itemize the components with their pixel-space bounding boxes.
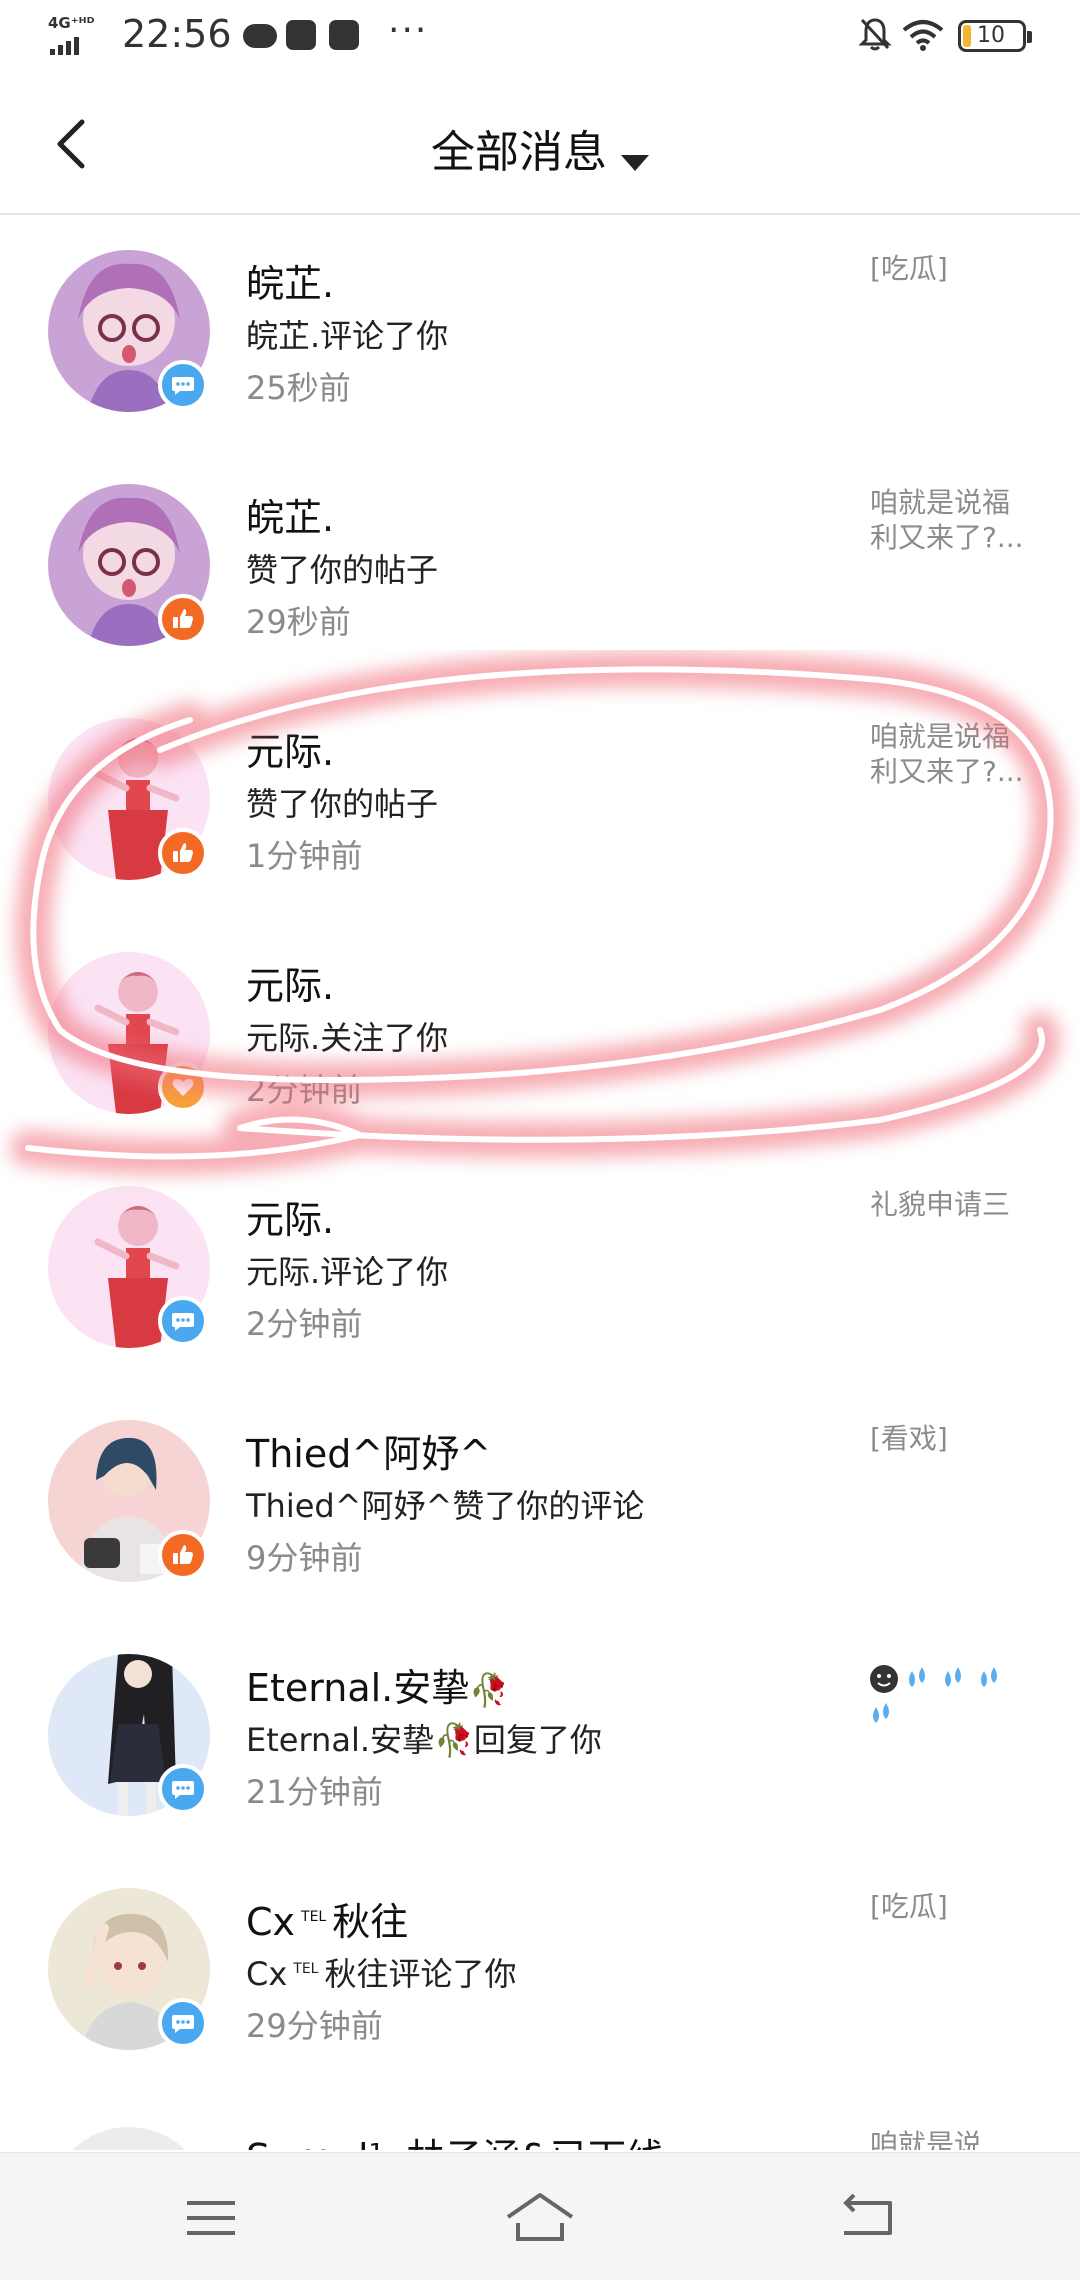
sender-name: 元际. (246, 730, 335, 774)
message-time: 2分钟前 (246, 1071, 363, 1109)
title-dropdown[interactable]: 全部消息 (0, 116, 1080, 180)
message-action: 赞了你的帖子 (246, 785, 439, 823)
message-action: Cx TEL 秋往评论了你 (246, 1949, 517, 1995)
message-item[interactable]: 元际. 元际.评论了你 2分钟前 礼貌申请三 (0, 1151, 1080, 1385)
thumbs-up-icon (158, 594, 208, 644)
caret-down-icon (621, 154, 649, 171)
video-play-icon (329, 20, 359, 50)
comment-bubble-icon (158, 1998, 208, 2048)
wifi-icon (902, 20, 944, 51)
message-action: Eternal.安挚🥀回复了你 (246, 1715, 602, 1761)
rose-icon: 🥀 (434, 1721, 474, 1759)
home-icon[interactable] (500, 2183, 580, 2253)
message-item[interactable]: Surpul¹y林子涵&已下线 咱就是说 (0, 2087, 1080, 2150)
battery-icon: 10 (958, 20, 1032, 52)
tel-superscript: TEL (301, 1909, 327, 1926)
sender-name: 皖芷. (246, 496, 335, 540)
action-suffix: 秋往评论了你 (324, 1955, 517, 1993)
page-title: 全部消息 (431, 127, 607, 178)
name-suffix: 秋往 (332, 1900, 409, 1944)
message-time: 29秒前 (246, 603, 351, 641)
message-action: 元际.评论了你 (246, 1253, 449, 1291)
sender-name: 皖芷. (246, 262, 335, 306)
message-list: 皖芷. 皖芷.评论了你 25秒前 [吃瓜] 皖芷. 赞了你的帖子 29秒前 咱就… (0, 215, 1080, 2150)
comment-bubble-icon (158, 1296, 208, 1346)
name-prefix: Cx (246, 1900, 296, 1944)
message-action: Thied^阿妤^赞了你的评论 (246, 1487, 645, 1525)
action-prefix: Eternal.安挚 (246, 1721, 435, 1759)
cellular-signal-icon: 4G⁺ᴴᴰ (48, 14, 110, 55)
message-item[interactable]: 元际. 赞了你的帖子 1分钟前 咱就是说福利又来了?... (0, 683, 1080, 917)
sender-name: Thied^阿妤^ (246, 1432, 492, 1476)
header: 全部消息 (0, 70, 1080, 215)
thumbs-up-icon (158, 1530, 208, 1580)
avatar[interactable] (48, 2127, 210, 2150)
sender-name: 元际. (246, 964, 335, 1008)
message-item[interactable]: 元际. 元际.关注了你 2分钟前 (0, 917, 1080, 1151)
message-item[interactable]: Thied^阿妤^ Thied^阿妤^赞了你的评论 9分钟前 [看戏] (0, 1385, 1080, 1619)
status-bar: 4G⁺ᴴᴰ 22:56 ··· 10 (0, 0, 1080, 70)
content-preview: [吃瓜] (870, 1890, 948, 1923)
action-suffix: 回复了你 (473, 1721, 602, 1759)
sender-name-text: Eternal.安挚 (246, 1666, 470, 1710)
message-time: 1分钟前 (246, 837, 363, 875)
tel-superscript: TEL (293, 1961, 319, 1978)
sender-name: Surpul¹y林子涵&已下线 (246, 2127, 664, 2150)
menu-icon[interactable] (171, 2183, 251, 2253)
message-item[interactable]: Cx TEL 秋往 Cx TEL 秋往评论了你 29分钟前 [吃瓜] (0, 1853, 1080, 2087)
clock: 22:56 (122, 12, 232, 56)
content-preview: 礼貌申请三 (870, 1188, 1011, 1221)
message-item[interactable]: 皖芷. 赞了你的帖子 29秒前 咱就是说福利又来了?... (0, 449, 1080, 683)
more-notifications-icon: ··· (388, 10, 429, 51)
sender-name: 元际. (246, 1198, 335, 1242)
content-preview: [吃瓜] (870, 252, 948, 285)
content-preview (868, 1663, 1038, 1742)
network-type: 4G⁺ᴴᴰ (48, 14, 95, 32)
rose-icon: 🥀 (469, 1671, 510, 1709)
tiktok-icon (286, 20, 316, 50)
battery-level: 10 (977, 23, 1005, 48)
thumbs-up-icon (158, 828, 208, 878)
action-prefix: Cx (246, 1955, 288, 1993)
message-action: 赞了你的帖子 (246, 551, 439, 589)
message-item[interactable]: 皖芷. 皖芷.评论了你 25秒前 [吃瓜] (0, 215, 1080, 449)
content-preview: 咱就是说福利又来了?... (870, 720, 1024, 788)
emoji-preview-icons (870, 1665, 997, 1723)
system-navigation-bar (0, 2152, 1080, 2280)
bell-mute-icon (858, 18, 892, 51)
content-preview: [看戏] (870, 1422, 948, 1455)
message-time: 21分钟前 (246, 1773, 383, 1811)
message-time: 29分钟前 (246, 2007, 383, 2045)
comment-bubble-icon (158, 1764, 208, 1814)
content-preview: 咱就是说福利又来了?... (870, 486, 1024, 554)
comment-bubble-icon (158, 360, 208, 410)
sender-name: Cx TEL 秋往 (246, 1891, 408, 1946)
content-preview: 咱就是说 (870, 2128, 983, 2150)
message-time: 2分钟前 (246, 1305, 363, 1343)
message-time: 9分钟前 (246, 1539, 363, 1577)
message-action: 皖芷.评论了你 (246, 317, 449, 355)
message-item[interactable]: Eternal.安挚🥀 Eternal.安挚🥀回复了你 21分钟前 (0, 1619, 1080, 1853)
cloud-icon (243, 24, 277, 48)
return-icon[interactable] (828, 2183, 908, 2253)
message-time: 25秒前 (246, 369, 351, 407)
sender-name: Eternal.安挚🥀 (246, 1657, 509, 1712)
heart-icon (158, 1062, 208, 1112)
message-action: 元际.关注了你 (246, 1019, 449, 1057)
